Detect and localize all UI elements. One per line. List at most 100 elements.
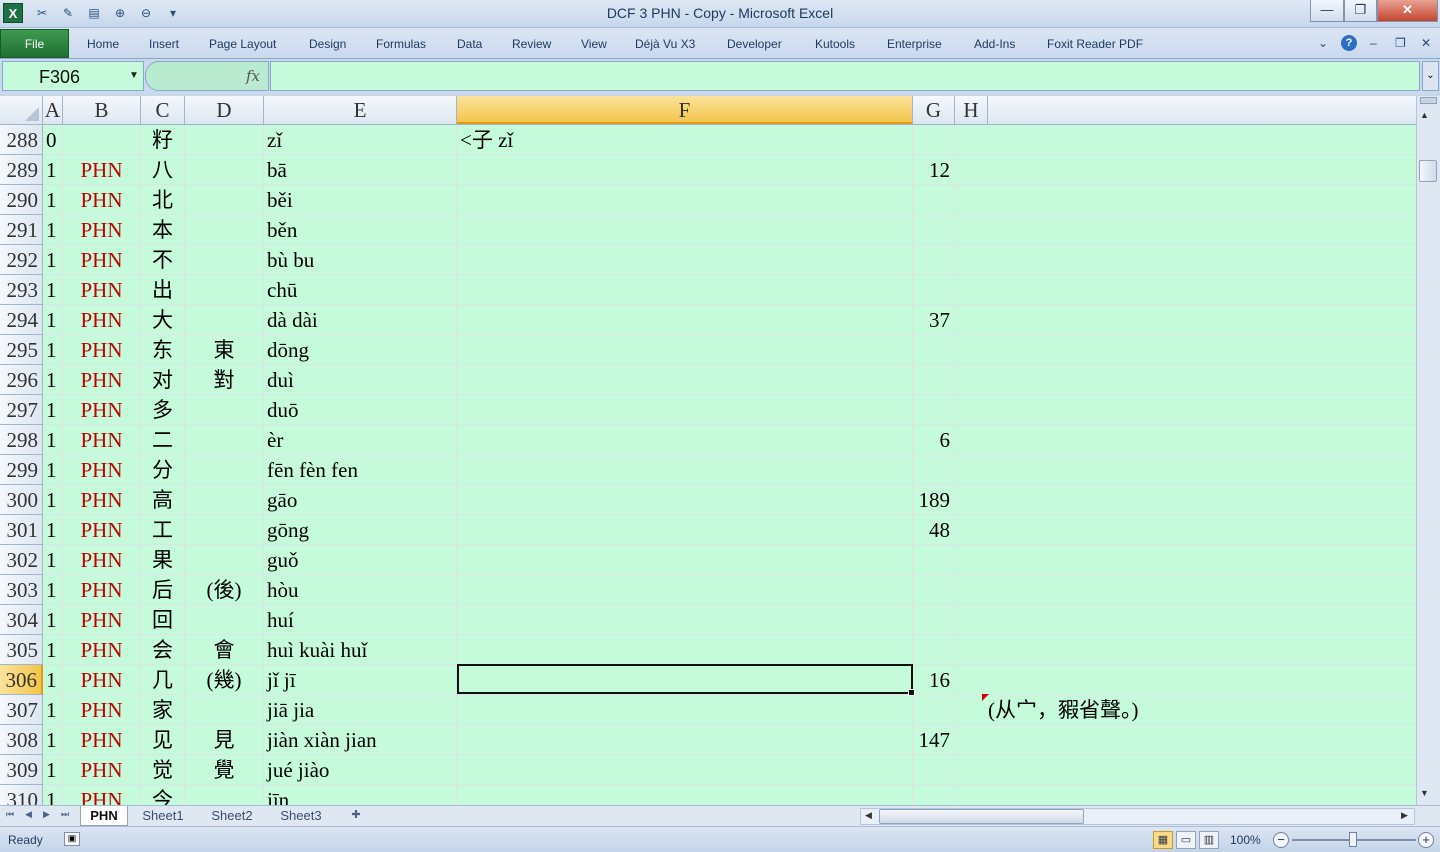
cell-f[interactable] <box>457 455 913 485</box>
cell-c[interactable]: 本 <box>141 215 185 245</box>
cell-b[interactable]: PHN <box>63 335 141 365</box>
cell-g[interactable] <box>913 755 955 785</box>
cell-d[interactable] <box>185 605 264 635</box>
next-sheet-icon[interactable]: ▶ <box>43 809 50 820</box>
cell-c[interactable]: 觉 <box>141 755 185 785</box>
cell-h[interactable] <box>955 635 1416 665</box>
cell-b[interactable]: PHN <box>63 455 141 485</box>
cell-h[interactable] <box>955 515 1416 545</box>
scroll-right-icon[interactable]: ▶ <box>1401 810 1408 821</box>
cell-b[interactable]: PHN <box>63 545 141 575</box>
cell-d[interactable] <box>185 215 264 245</box>
close-button[interactable]: ✕ <box>1377 0 1438 22</box>
cell-c[interactable]: 多 <box>141 395 185 425</box>
cell-d[interactable] <box>185 155 264 185</box>
cell-b[interactable]: PHN <box>63 305 141 335</box>
cell-a[interactable]: 1 <box>43 245 63 275</box>
page-break-preview-icon[interactable]: ▥ <box>1199 831 1219 849</box>
cell-g[interactable]: 37 <box>913 305 955 335</box>
cell-e[interactable]: běn <box>264 215 457 245</box>
cell-b[interactable]: PHN <box>63 605 141 635</box>
cell-c[interactable]: 籽 <box>141 125 185 155</box>
horizontal-scroll-thumb[interactable] <box>879 809 1084 824</box>
cell-f[interactable] <box>457 365 913 395</box>
cell-f[interactable] <box>457 755 913 785</box>
cell-e[interactable]: duì <box>264 365 457 395</box>
cell-d[interactable] <box>185 305 264 335</box>
cell-b[interactable]: PHN <box>63 695 141 725</box>
cell-g[interactable] <box>913 395 955 425</box>
minimize-ribbon-icon[interactable]: ⌄ <box>1318 36 1328 50</box>
cell-e[interactable]: jiā jia <box>264 695 457 725</box>
column-header-e[interactable]: E <box>264 96 457 124</box>
cell-a[interactable]: 1 <box>43 455 63 485</box>
vertical-scrollbar[interactable]: ▲ ▼ <box>1416 96 1440 805</box>
cell-f[interactable] <box>457 155 913 185</box>
cell-h[interactable] <box>955 725 1416 755</box>
cell-g[interactable] <box>913 455 955 485</box>
cell-b[interactable]: PHN <box>63 365 141 395</box>
zoom-in-button[interactable]: + <box>1418 832 1434 848</box>
cell-d[interactable] <box>185 455 264 485</box>
cell-a[interactable]: 1 <box>43 365 63 395</box>
row-header[interactable]: 288 <box>0 125 43 155</box>
column-header-f[interactable]: F <box>457 96 913 124</box>
workbook-close-icon[interactable]: ✕ <box>1421 36 1431 50</box>
cell-b[interactable]: PHN <box>63 725 141 755</box>
cell-f[interactable] <box>457 485 913 515</box>
cell-f[interactable] <box>457 545 913 575</box>
cell-f[interactable] <box>457 635 913 665</box>
cell-d[interactable]: 見 <box>185 725 264 755</box>
cell-f[interactable] <box>457 695 913 725</box>
cell-c[interactable]: 高 <box>141 485 185 515</box>
cell-g[interactable] <box>913 575 955 605</box>
column-header-a[interactable]: A <box>43 96 63 124</box>
cell-h[interactable] <box>955 215 1416 245</box>
row-header[interactable]: 291 <box>0 215 43 245</box>
cell-f[interactable] <box>457 575 913 605</box>
cell-h[interactable] <box>955 575 1416 605</box>
scroll-left-icon[interactable]: ◀ <box>865 810 872 821</box>
tab-home[interactable]: Home <box>87 37 119 51</box>
row-header[interactable]: 296 <box>0 365 43 395</box>
cell-c[interactable]: 果 <box>141 545 185 575</box>
prev-sheet-icon[interactable]: ◀ <box>25 809 32 820</box>
cell-e[interactable]: huì kuài huǐ <box>264 635 457 665</box>
cell-e[interactable]: chū <box>264 275 457 305</box>
cell-b[interactable]: PHN <box>63 245 141 275</box>
cell-h[interactable] <box>955 335 1416 365</box>
tab-enterprise[interactable]: Enterprise <box>887 37 942 51</box>
cell-f[interactable] <box>457 395 913 425</box>
column-header-b[interactable]: B <box>63 96 141 124</box>
cell-e[interactable]: dōng <box>264 335 457 365</box>
cell-e[interactable]: jǐ jī <box>264 665 457 695</box>
cell-e[interactable]: gāo <box>264 485 457 515</box>
cell-h[interactable] <box>955 305 1416 335</box>
tab-developer[interactable]: Developer <box>727 37 782 51</box>
tab-review[interactable]: Review <box>512 37 551 51</box>
horizontal-scrollbar[interactable]: ◀ ▶ <box>860 808 1415 825</box>
tab-add-ins[interactable]: Add-Ins <box>974 37 1015 51</box>
cell-g[interactable] <box>913 185 955 215</box>
cell-a[interactable]: 1 <box>43 575 63 605</box>
cell-f[interactable] <box>457 275 913 305</box>
cell-g[interactable]: 48 <box>913 515 955 545</box>
cell-c[interactable]: 东 <box>141 335 185 365</box>
tab-data[interactable]: Data <box>457 37 482 51</box>
cell-f[interactable] <box>457 185 913 215</box>
row-header[interactable]: 299 <box>0 455 43 485</box>
cell-e[interactable]: dà dài <box>264 305 457 335</box>
row-header[interactable]: 304 <box>0 605 43 635</box>
cell-c[interactable]: 回 <box>141 605 185 635</box>
select-all-button[interactable] <box>0 96 43 124</box>
cell-d[interactable] <box>185 425 264 455</box>
workbook-minimize-icon[interactable]: – <box>1370 36 1377 50</box>
cell-f[interactable] <box>457 725 913 755</box>
cell-f[interactable] <box>457 605 913 635</box>
cell-f[interactable]: <子 zǐ <box>457 125 913 155</box>
cell-d[interactable]: 對 <box>185 365 264 395</box>
column-header-d[interactable]: D <box>185 96 264 124</box>
cell-f[interactable] <box>457 515 913 545</box>
cell-d[interactable] <box>185 275 264 305</box>
cell-b[interactable]: PHN <box>63 785 141 805</box>
